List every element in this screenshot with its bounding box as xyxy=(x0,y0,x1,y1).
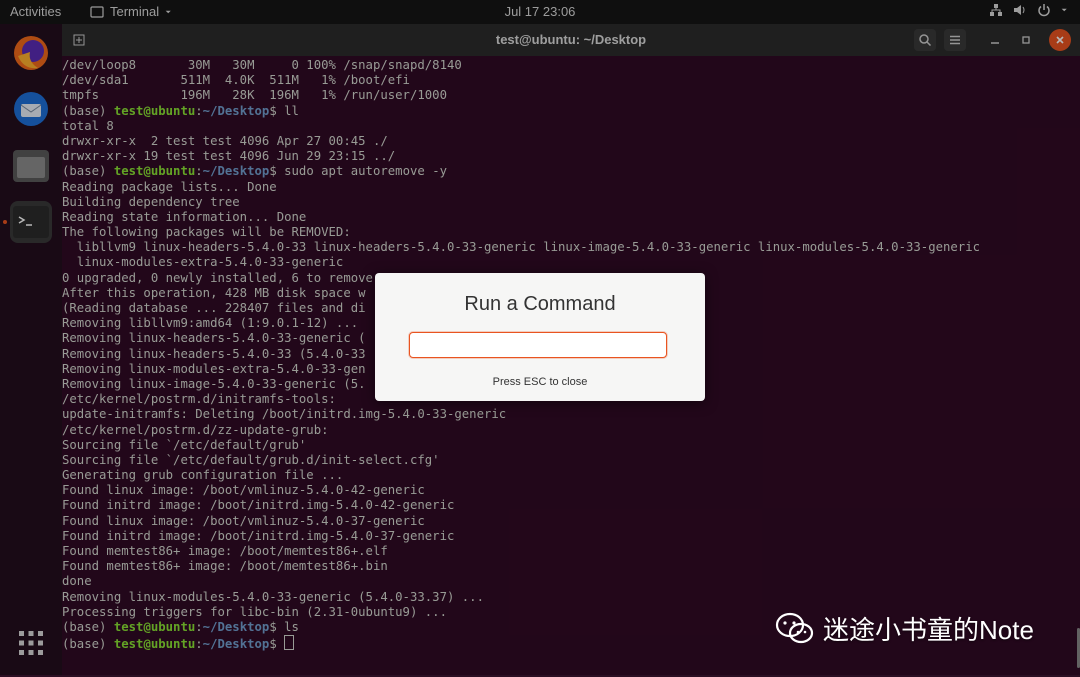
wechat-icon xyxy=(775,612,814,643)
watermark-text: 迷途小书童的Note xyxy=(823,615,1034,645)
command-input[interactable] xyxy=(409,332,667,358)
dialog-title: Run a Command xyxy=(464,293,616,315)
watermark: 迷途小书童的Note xyxy=(775,610,1034,647)
dialog-hint: Press ESC to close xyxy=(492,376,588,388)
run-command-dialog: Run a Command Press ESC to close xyxy=(375,273,705,401)
